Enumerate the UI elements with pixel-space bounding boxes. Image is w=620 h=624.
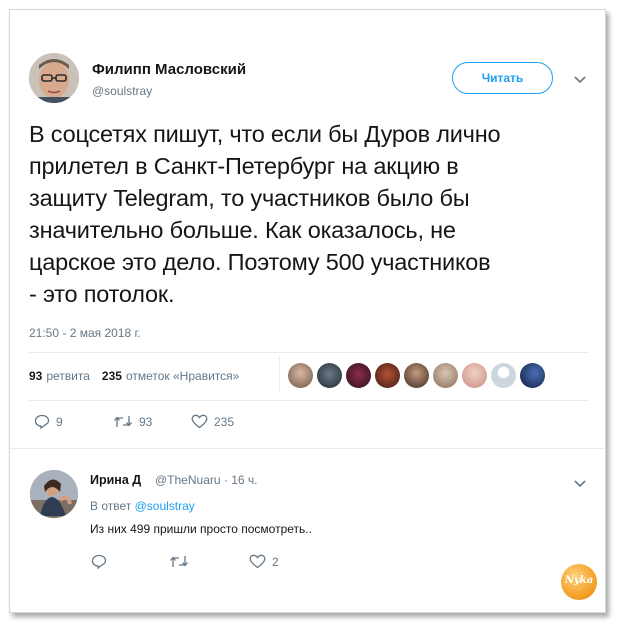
liker-avatar[interactable] <box>404 363 429 388</box>
liker-avatar[interactable] <box>375 363 400 388</box>
liker-avatar[interactable] <box>346 363 371 388</box>
like-action[interactable]: 235 <box>191 414 234 429</box>
reply-retweet-action[interactable] <box>169 554 189 569</box>
chevron-down-icon[interactable] <box>573 75 587 85</box>
liker-avatar[interactable] <box>462 363 487 388</box>
reply-author-avatar[interactable] <box>30 470 78 518</box>
reply-icon <box>34 414 50 429</box>
liker-avatar[interactable] <box>317 363 342 388</box>
follow-button[interactable]: Читать <box>452 62 553 94</box>
tweet-timestamp[interactable]: 21:50 - 2 мая 2018 г. <box>29 326 141 340</box>
retweets-label[interactable]: ретвита <box>46 369 90 383</box>
retweets-count[interactable]: 93 <box>29 369 42 383</box>
reply-icon <box>91 554 107 569</box>
liker-avatar[interactable] <box>491 363 516 388</box>
heart-icon <box>191 414 208 429</box>
reply-author-name[interactable]: Ирина Д <box>90 473 141 487</box>
retweet-action[interactable]: 93 <box>113 414 152 429</box>
author-avatar[interactable] <box>29 53 79 103</box>
liker-avatar[interactable] <box>288 363 313 388</box>
likes-count[interactable]: 235 <box>102 369 122 383</box>
reply-reply-action[interactable] <box>91 554 107 569</box>
like-count: 235 <box>214 414 235 429</box>
reply-author-handle[interactable]: @TheNuaru · 16 ч. <box>155 473 257 487</box>
author-handle[interactable]: @soulstray <box>92 84 152 98</box>
chevron-down-icon[interactable] <box>573 479 587 489</box>
retweet-icon <box>170 556 188 567</box>
retweet-count: 93 <box>139 414 153 429</box>
watermark-text: Nyka <box>564 575 594 586</box>
reply-text: Из них 499 пришли просто посмотреть.. <box>90 522 312 536</box>
divider <box>29 352 589 353</box>
liker-avatar[interactable] <box>433 363 458 388</box>
tweet-stats: 93 ретвита 235 отметок «Нравится» <box>29 369 239 383</box>
heart-icon <box>249 554 266 569</box>
divider <box>10 448 605 449</box>
watermark-logo: Nyka <box>561 564 597 600</box>
likers-avatars <box>288 363 545 388</box>
stats-divider <box>279 357 280 393</box>
tweet-text: В соцсетях пишут, что если бы Дуров личн… <box>29 121 501 307</box>
in-reply-prefix: В ответ <box>90 499 132 513</box>
divider <box>29 400 589 401</box>
reply-action[interactable]: 9 <box>34 414 63 429</box>
author-name[interactable]: Филипп Масловский <box>92 61 246 78</box>
reply-like-action[interactable]: 2 <box>249 554 279 569</box>
reply-count: 9 <box>56 414 63 429</box>
retweet-icon <box>114 416 132 427</box>
in-reply-to: В ответ @soulstray <box>90 499 195 513</box>
liker-avatar[interactable] <box>520 363 545 388</box>
reply-like-count: 2 <box>272 554 279 569</box>
likes-label[interactable]: отметок «Нравится» <box>126 369 239 383</box>
in-reply-handle-link[interactable]: @soulstray <box>135 499 195 513</box>
